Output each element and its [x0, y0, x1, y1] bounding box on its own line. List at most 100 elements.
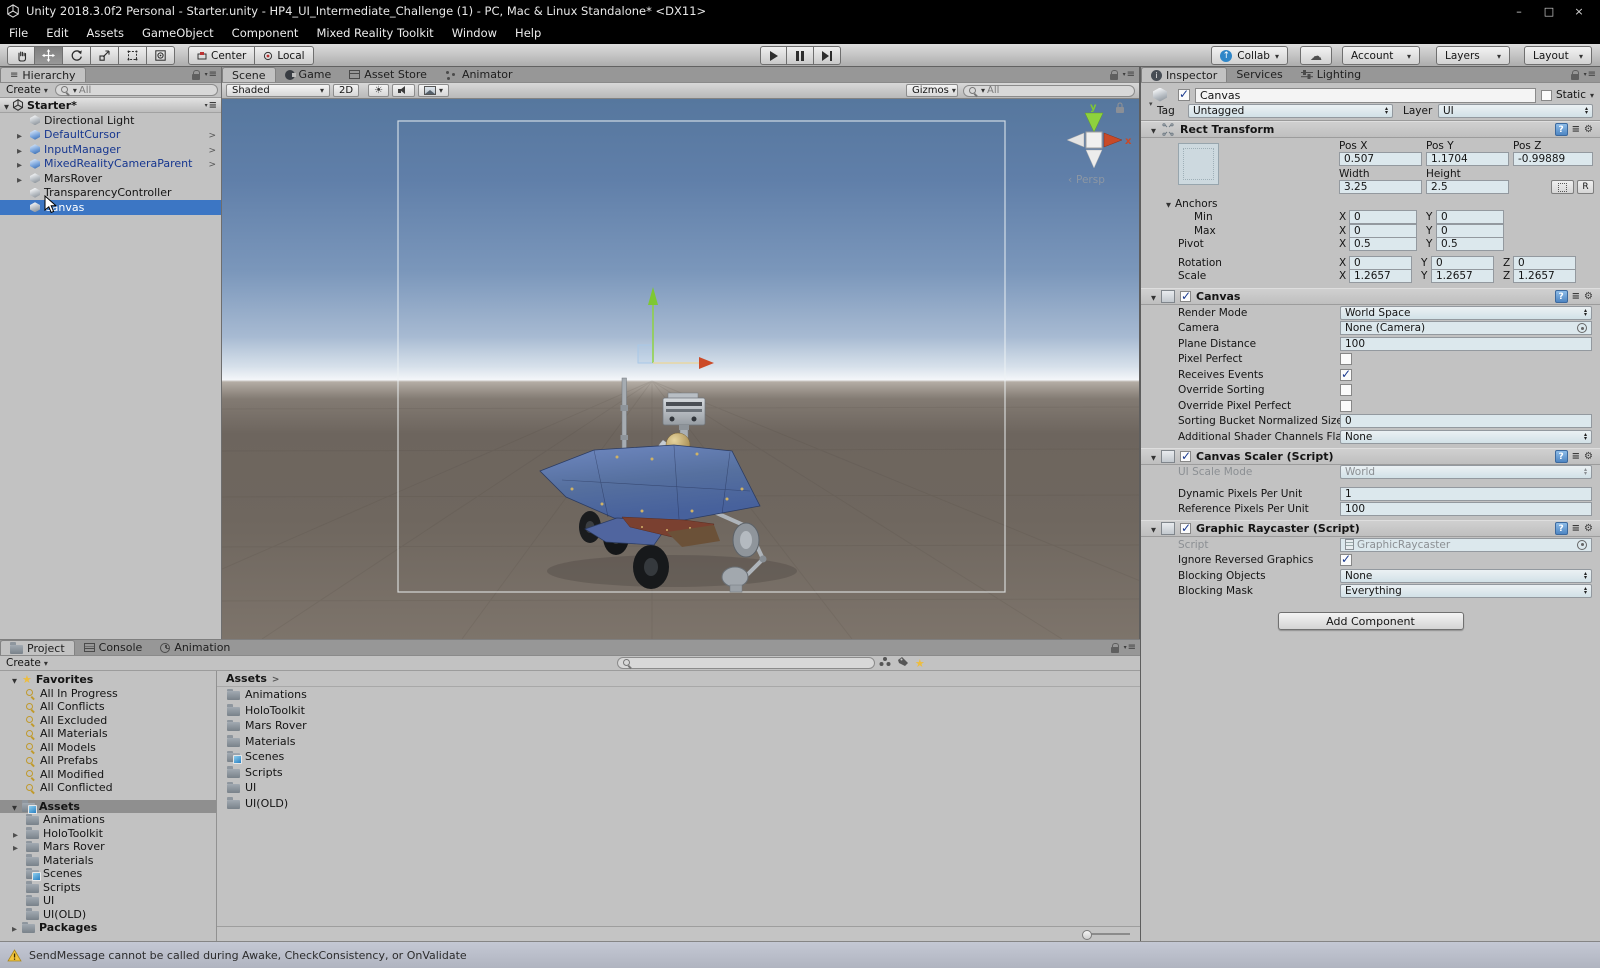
menu-gameobject[interactable]: GameObject	[133, 22, 223, 44]
gizmos-dropdown[interactable]: Gizmos	[906, 84, 958, 97]
hierarchy-item-inputmanager[interactable]: InputManager	[0, 142, 221, 157]
rect-tool-button[interactable]	[119, 46, 147, 65]
width-field[interactable]: 3.25	[1339, 180, 1422, 194]
packages-root[interactable]: Packages	[0, 921, 216, 935]
2d-toggle-button[interactable]: 2D	[333, 84, 359, 97]
scene-search-input[interactable]: All	[963, 85, 1135, 97]
scene-tab-game[interactable]: Game	[276, 67, 341, 82]
component-enabled-checkbox[interactable]	[1180, 291, 1191, 302]
scene-menu-icon[interactable]	[205, 100, 217, 111]
favorites-root[interactable]: Favorites	[0, 673, 216, 687]
scale-z-field[interactable]: 1.2657	[1513, 269, 1576, 283]
hand-tool-button[interactable]	[7, 46, 35, 65]
asset-tree-item-ui-old[interactable]: UI(OLD)	[0, 908, 216, 922]
hierarchy-item-transparencycontroller[interactable]: TransparencyController	[0, 186, 221, 201]
search-by-type-icon[interactable]	[879, 656, 893, 670]
panel-menu-icon[interactable]	[1123, 69, 1135, 80]
asset-tree-item-materials[interactable]: Materials	[0, 854, 216, 868]
static-checkbox[interactable]	[1541, 90, 1552, 101]
expander-icon[interactable]	[17, 172, 22, 185]
field-reference-pixels-per-unit[interactable]: 100	[1340, 502, 1592, 516]
folder-item-materials[interactable]: Materials	[217, 734, 1140, 750]
pos-x-field[interactable]: 0.507	[1339, 152, 1422, 166]
help-icon[interactable]	[1555, 290, 1568, 303]
expander-icon[interactable]	[1166, 198, 1171, 210]
preset-icon[interactable]	[1572, 124, 1580, 135]
gear-icon[interactable]	[1584, 291, 1593, 302]
gear-icon[interactable]	[1584, 124, 1593, 135]
hierarchy-item-mixedrealitycameraparent[interactable]: MixedRealityCameraParent	[0, 157, 221, 172]
axis-neg-y-cone[interactable]	[1086, 150, 1102, 168]
tag-dropdown[interactable]: Untagged	[1188, 104, 1393, 118]
asset-tree-item-animations[interactable]: Animations	[0, 813, 216, 827]
graphic-raycaster-header[interactable]: Graphic Raycaster (Script)	[1141, 520, 1600, 537]
preset-icon[interactable]	[1572, 451, 1580, 462]
height-field[interactable]: 2.5	[1426, 180, 1509, 194]
menu-help[interactable]: Help	[506, 22, 550, 44]
anchor-preview[interactable]	[1178, 143, 1219, 185]
project-create-button[interactable]: Create	[3, 657, 51, 669]
pivot-x-field[interactable]: 0.5	[1349, 237, 1417, 251]
expander-icon[interactable]	[12, 921, 17, 934]
field-dynamic-pixels-per-unit[interactable]: 1	[1340, 487, 1592, 501]
search-by-label-icon[interactable]	[897, 656, 911, 670]
static-dropdown-icon[interactable]	[1590, 89, 1594, 101]
active-checkbox[interactable]	[1178, 89, 1190, 101]
hierarchy-create-button[interactable]: Create	[3, 84, 51, 96]
account-dropdown[interactable]: Account	[1342, 46, 1420, 65]
asset-tree-item-scenes[interactable]: Scenes	[0, 867, 216, 881]
folder-item-mars-rover[interactable]: Mars Rover	[217, 718, 1140, 734]
expander-icon[interactable]	[17, 128, 22, 141]
pivot-y-field[interactable]: 0.5	[1436, 237, 1504, 251]
scene-tab-scene[interactable]: Scene	[222, 67, 276, 82]
expander-icon[interactable]	[1151, 123, 1156, 136]
object-picker-icon[interactable]	[1577, 323, 1587, 333]
field-sorting-bucket-normalized-size[interactable]: 0	[1340, 414, 1592, 428]
gameobject-cube-icon[interactable]	[1149, 87, 1173, 104]
min-y-field[interactable]: 0	[1436, 210, 1504, 224]
asset-tree-item-holotoolkit[interactable]: HoloToolkit	[0, 827, 216, 841]
canvas-world-rect[interactable]	[398, 121, 1005, 592]
project-search-input[interactable]	[617, 657, 875, 669]
pause-button[interactable]	[787, 46, 814, 65]
checkbox-override-pixel-perfect[interactable]	[1340, 400, 1352, 412]
expander-icon[interactable]	[12, 800, 17, 813]
folder-item-scenes[interactable]: Scenes	[217, 749, 1140, 765]
help-icon[interactable]	[1555, 522, 1568, 535]
expander-icon[interactable]	[1151, 522, 1156, 535]
folder-item-ui-old[interactable]: UI(OLD)	[217, 796, 1140, 812]
mars-rover-model[interactable]	[540, 378, 797, 592]
menu-edit[interactable]: Edit	[37, 22, 77, 44]
thumbnail-zoom-slider[interactable]	[1084, 933, 1130, 935]
expander-icon[interactable]	[17, 143, 22, 156]
folder-item-ui[interactable]: UI	[217, 780, 1140, 796]
minimize-button[interactable]: –	[1504, 5, 1534, 18]
dropdown-blocking-objects[interactable]: None	[1340, 569, 1592, 583]
inspector-tab-inspector[interactable]: Inspector	[1141, 67, 1227, 82]
preset-icon[interactable]	[1572, 291, 1580, 302]
expander-icon[interactable]	[1151, 290, 1156, 303]
expander-icon[interactable]	[4, 99, 9, 112]
object-picker-icon[interactable]	[1577, 540, 1587, 550]
favorite-item-all-materials[interactable]: All Materials	[0, 727, 216, 741]
dropdown-ui-scale-mode[interactable]: World	[1340, 465, 1592, 479]
scene-viewport[interactable]: y x ‹ Persp	[222, 99, 1139, 639]
menu-file[interactable]: File	[0, 22, 37, 44]
favorite-item-all-modified[interactable]: All Modified	[0, 768, 216, 782]
pos-y-field[interactable]: 1.1704	[1426, 152, 1509, 166]
prefab-chevron-icon[interactable]	[208, 128, 216, 141]
play-button[interactable]	[760, 46, 787, 65]
help-icon[interactable]	[1555, 123, 1568, 136]
lock-icon[interactable]	[1111, 647, 1119, 653]
hierarchy-item-marsrover[interactable]: MarsRover	[0, 171, 221, 186]
hierarchy-search-input[interactable]: All	[55, 84, 218, 96]
scene-orientation-gizmo[interactable]: y x ‹ Persp	[1067, 102, 1132, 186]
menu-assets[interactable]: Assets	[78, 22, 133, 44]
expander-icon[interactable]	[13, 840, 18, 853]
hierarchy-item-canvas[interactable]: Canvas	[0, 200, 221, 215]
maximize-button[interactable]: □	[1534, 5, 1564, 18]
gizmo-cube[interactable]	[1086, 132, 1102, 148]
asset-tree-item-mars-rover[interactable]: Mars Rover	[0, 840, 216, 854]
hierarchy-scene-row[interactable]: Starter*	[0, 98, 221, 113]
script-field-script[interactable]: GraphicRaycaster	[1340, 538, 1592, 552]
